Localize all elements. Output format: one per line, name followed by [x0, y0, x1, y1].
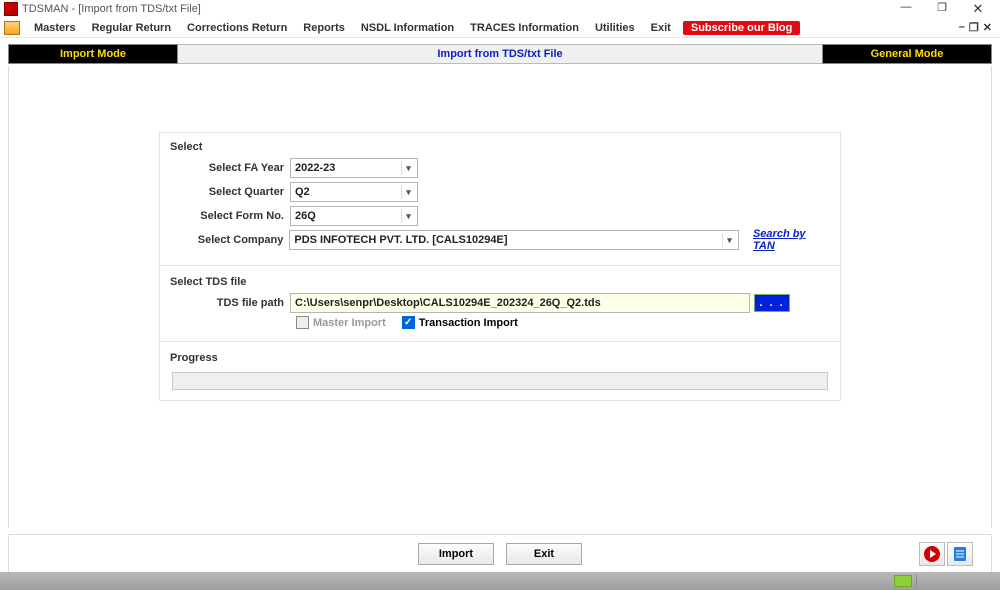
form-panel: Select Select FA Year 2022-23 ▾ Select Q… — [159, 132, 841, 401]
status-bar — [0, 572, 1000, 590]
menubar: Masters Regular Return Corrections Retur… — [0, 18, 1000, 38]
company-value: PDS INFOTECH PVT. LTD. [CALS10294E] — [294, 234, 507, 246]
menu-masters[interactable]: Masters — [26, 22, 84, 34]
quarter-label: Select Quarter — [170, 186, 290, 198]
chevron-down-icon: ▾ — [722, 233, 736, 247]
mdi-restore-button[interactable]: ❐ — [969, 21, 979, 34]
menu-reports[interactable]: Reports — [295, 22, 353, 34]
menu-exit[interactable]: Exit — [643, 22, 679, 34]
menu-corrections-return[interactable]: Corrections Return — [179, 22, 295, 34]
chevron-down-icon: ▾ — [401, 185, 415, 199]
fa-year-label: Select FA Year — [170, 162, 290, 174]
fa-year-value: 2022-23 — [295, 162, 335, 174]
tds-file-legend: Select TDS file — [170, 274, 830, 292]
mdi-minimize-button[interactable]: – — [959, 21, 965, 34]
quarter-combo[interactable]: Q2 ▾ — [290, 182, 418, 202]
master-import-checkbox — [296, 316, 309, 329]
import-button[interactable]: Import — [418, 543, 494, 565]
work-area: Select Select FA Year 2022-23 ▾ Select Q… — [8, 66, 992, 528]
browse-button[interactable]: . . . — [754, 294, 790, 312]
close-button[interactable]: ✕ — [960, 1, 996, 17]
minimize-button[interactable]: — — [888, 1, 924, 17]
progress-bar — [172, 372, 828, 390]
select-section: Select Select FA Year 2022-23 ▾ Select Q… — [160, 133, 840, 263]
app-icon — [4, 2, 18, 16]
master-import-label: Master Import — [313, 317, 386, 329]
menu-nsdl-information[interactable]: NSDL Information — [353, 22, 462, 34]
tds-file-path-value: C:\Users\senpr\Desktop\CALS10294E_202324… — [295, 297, 601, 309]
chevron-down-icon: ▾ — [401, 161, 415, 175]
play-icon[interactable] — [919, 542, 945, 566]
status-grip — [916, 575, 996, 587]
transaction-import-label: Transaction Import — [419, 317, 518, 329]
form-no-combo[interactable]: 26Q ▾ — [290, 206, 418, 226]
footer-bar: Import Exit — [8, 534, 992, 572]
chevron-down-icon: ▾ — [401, 209, 415, 223]
tds-file-path-label: TDS file path — [170, 297, 290, 309]
menu-regular-return[interactable]: Regular Return — [84, 22, 179, 34]
window-title: TDSMAN - [Import from TDS/txt File] — [22, 3, 201, 15]
company-combo[interactable]: PDS INFOTECH PVT. LTD. [CALS10294E] ▾ — [289, 230, 739, 250]
tab-import-mode[interactable]: Import Mode — [8, 44, 178, 64]
maximize-button[interactable]: ❐ — [924, 1, 960, 17]
tds-file-section: Select TDS file TDS file path C:\Users\s… — [160, 268, 840, 339]
fa-year-combo[interactable]: 2022-23 ▾ — [290, 158, 418, 178]
menubar-icon — [4, 21, 20, 35]
exit-button[interactable]: Exit — [506, 543, 582, 565]
form-no-value: 26Q — [295, 210, 316, 222]
select-legend: Select — [170, 139, 830, 157]
titlebar: TDSMAN - [Import from TDS/txt File] — ❐ … — [0, 0, 1000, 18]
form-no-label: Select Form No. — [170, 210, 290, 222]
subscribe-blog-button[interactable]: Subscribe our Blog — [683, 21, 800, 35]
status-indicator-icon — [894, 575, 912, 587]
transaction-import-checkbox[interactable]: ✓ — [402, 316, 415, 329]
quarter-value: Q2 — [295, 186, 310, 198]
mode-tabstrip: Import Mode Import from TDS/txt File Gen… — [0, 38, 1000, 60]
menu-traces-information[interactable]: TRACES Information — [462, 22, 587, 34]
company-label: Select Company — [170, 234, 289, 246]
search-by-tan-link[interactable]: Search by TAN — [753, 228, 830, 252]
mdi-close-button[interactable]: ✕ — [983, 21, 992, 34]
tab-title: Import from TDS/txt File — [178, 44, 822, 64]
tab-general-mode[interactable]: General Mode — [822, 44, 992, 64]
progress-section: Progress — [160, 344, 840, 400]
divider — [160, 265, 840, 266]
tds-file-path-input[interactable]: C:\Users\senpr\Desktop\CALS10294E_202324… — [290, 293, 750, 313]
progress-legend: Progress — [170, 350, 830, 368]
menu-utilities[interactable]: Utilities — [587, 22, 643, 34]
divider — [160, 341, 840, 342]
document-icon[interactable] — [947, 542, 973, 566]
